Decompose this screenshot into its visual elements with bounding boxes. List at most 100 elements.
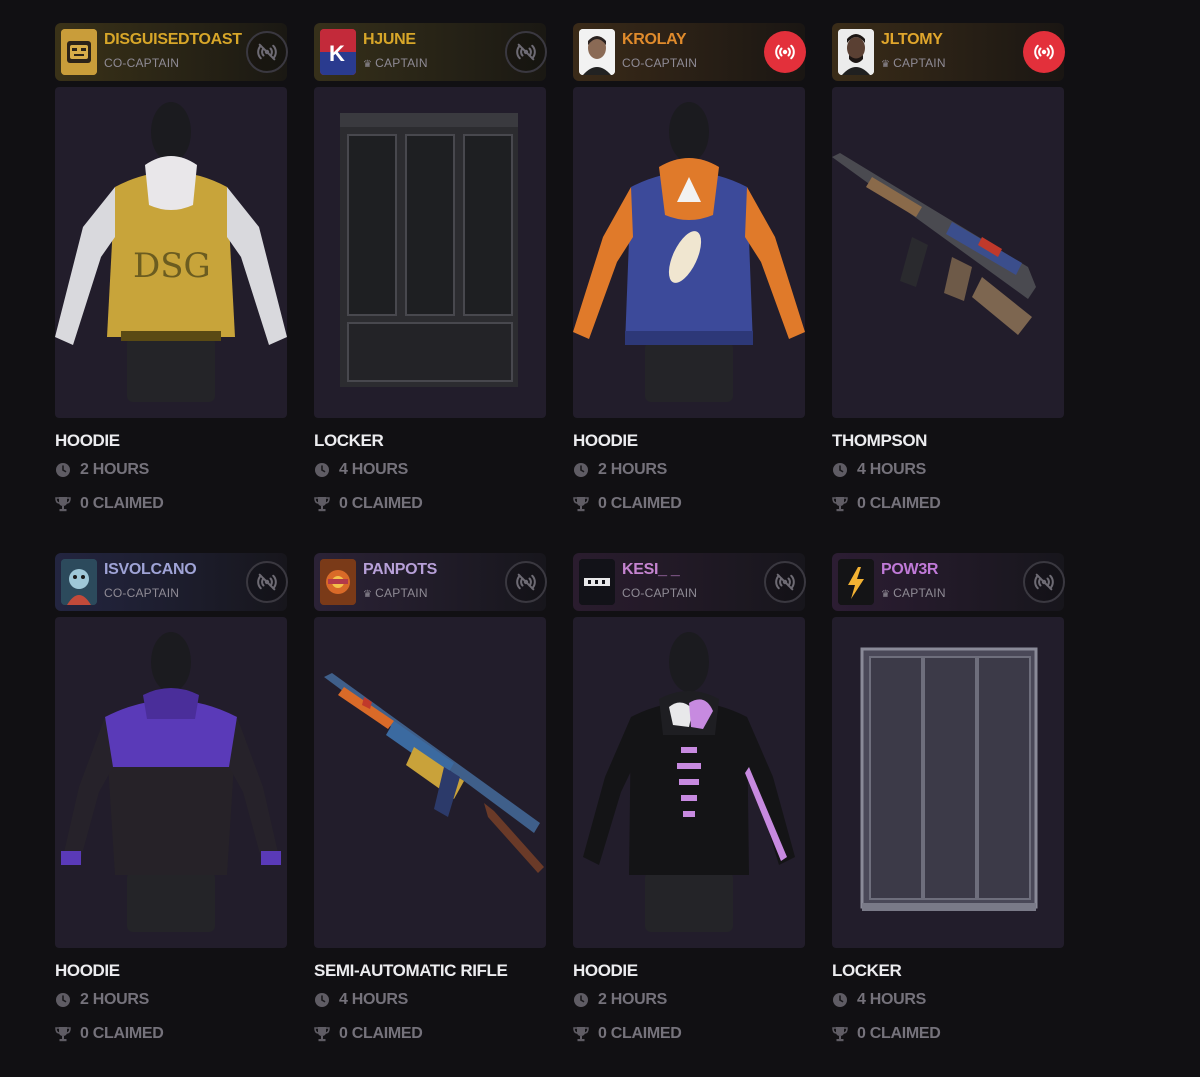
- broadcast-off-icon[interactable]: [505, 561, 547, 603]
- kesi-logo-icon: [579, 559, 615, 605]
- broadcast-off-icon[interactable]: [246, 31, 288, 73]
- streamer-role: CO-CAPTAIN: [622, 586, 697, 600]
- claimed-count: 0 CLAIMED: [832, 495, 941, 513]
- broadcast-icon[interactable]: [764, 31, 806, 73]
- streamer-header[interactable]: KROLAY CO-CAPTAIN: [573, 23, 806, 81]
- drop-card[interactable]: DISGUISEDTOAST CO-CAPTAIN DSG HOODIE 2 H…: [55, 23, 288, 523]
- crown-icon: ♛: [881, 589, 891, 600]
- role-label: CO-CAPTAIN: [622, 586, 698, 600]
- broadcast-off-icon[interactable]: [246, 561, 288, 603]
- streamer-name[interactable]: ISVOLCANO: [104, 561, 197, 579]
- claimed-count: 0 CLAIMED: [573, 495, 682, 513]
- clock-icon: [832, 992, 848, 1008]
- streamer-name[interactable]: POW3R: [881, 561, 938, 579]
- drop-duration: 2 HOURS: [55, 461, 149, 479]
- claimed-label: 0 CLAIMED: [857, 1025, 941, 1042]
- claimed-label: 0 CLAIMED: [598, 495, 682, 512]
- hours-label: 2 HOURS: [598, 461, 668, 478]
- streamer-role: ♛ CAPTAIN: [881, 56, 946, 70]
- streamer-header[interactable]: K HJUNE ♛ CAPTAIN: [314, 23, 547, 81]
- streamer-name[interactable]: JLTOMY: [881, 31, 943, 49]
- item-preview[interactable]: DSG: [55, 87, 287, 418]
- hours-label: 4 HOURS: [857, 991, 927, 1008]
- claimed-count: 0 CLAIMED: [55, 495, 164, 513]
- streamer-role: ♛ CAPTAIN: [363, 56, 428, 70]
- streamer-header[interactable]: PANPOTS ♛ CAPTAIN: [314, 553, 547, 611]
- role-label: CO-CAPTAIN: [622, 56, 698, 70]
- item-preview[interactable]: [314, 87, 546, 418]
- streamer-header[interactable]: KESI_ _ CO-CAPTAIN: [573, 553, 806, 611]
- item-name: HOODIE: [573, 431, 638, 450]
- streamer-header[interactable]: JLTOMY ♛ CAPTAIN: [832, 23, 1065, 81]
- character-art-icon: [61, 559, 97, 605]
- streamer-name[interactable]: KROLAY: [622, 31, 687, 49]
- item-name: HOODIE: [55, 961, 120, 980]
- item-name: HOODIE: [55, 431, 120, 450]
- drop-card[interactable]: K HJUNE ♛ CAPTAIN LOCKER 4 HOURS 0 CLAIME…: [314, 23, 547, 523]
- item-name: HOODIE: [573, 961, 638, 980]
- streamer-name[interactable]: KESI_ _: [622, 561, 680, 579]
- claimed-count: 0 CLAIMED: [832, 1025, 941, 1043]
- streamer-role: CO-CAPTAIN: [104, 56, 179, 70]
- clock-icon: [314, 462, 330, 478]
- clock-icon: [573, 462, 589, 478]
- item-preview[interactable]: [573, 617, 805, 948]
- clock-icon: [573, 992, 589, 1008]
- svg-text:DSG: DSG: [133, 246, 211, 286]
- streamer-name[interactable]: PANPOTS: [363, 561, 437, 579]
- drop-duration: 2 HOURS: [573, 991, 667, 1009]
- streamer-header[interactable]: ISVOLCANO CO-CAPTAIN: [55, 553, 288, 611]
- streamer-role: CO-CAPTAIN: [622, 56, 697, 70]
- streamer-name[interactable]: DISGUISEDTOAST: [104, 31, 242, 49]
- hours-label: 4 HOURS: [857, 461, 927, 478]
- broadcast-off-icon[interactable]: [764, 561, 806, 603]
- drop-card[interactable]: KROLAY CO-CAPTAIN HOODIE 2 HOURS 0 CLAIM…: [573, 23, 806, 523]
- claimed-label: 0 CLAIMED: [857, 495, 941, 512]
- drop-duration: 4 HOURS: [832, 461, 926, 479]
- streamer-name[interactable]: HJUNE: [363, 31, 416, 49]
- clock-icon: [832, 462, 848, 478]
- item-name: LOCKER: [832, 961, 902, 980]
- item-preview[interactable]: [55, 617, 287, 948]
- drop-card[interactable]: PANPOTS ♛ CAPTAIN SEMI-AUTOMATIC RIFLE 4 …: [314, 553, 547, 1053]
- streamer-header[interactable]: POW3R ♛ CAPTAIN: [832, 553, 1065, 611]
- role-label: CO-CAPTAIN: [104, 586, 180, 600]
- trophy-icon: [314, 1026, 330, 1042]
- item-name: THOMPSON: [832, 431, 928, 450]
- drop-card[interactable]: POW3R ♛ CAPTAIN LOCKER 4 HOURS 0 CLAIMED: [832, 553, 1065, 1053]
- item-name: LOCKER: [314, 431, 384, 450]
- item-preview[interactable]: [832, 617, 1064, 948]
- drop-card[interactable]: ISVOLCANO CO-CAPTAIN HOODIE 2 HOURS 0 CL…: [55, 553, 288, 1053]
- svg-text:K: K: [329, 41, 345, 66]
- item-preview[interactable]: [573, 87, 805, 418]
- streamer-header[interactable]: DISGUISEDTOAST CO-CAPTAIN: [55, 23, 288, 81]
- broadcast-off-icon[interactable]: [1023, 561, 1065, 603]
- broadcast-icon[interactable]: [1023, 31, 1065, 73]
- role-label: CAPTAIN: [375, 586, 428, 600]
- claimed-label: 0 CLAIMED: [339, 495, 423, 512]
- item-name: SEMI-AUTOMATIC RIFLE: [314, 961, 508, 980]
- role-label: CO-CAPTAIN: [104, 56, 180, 70]
- claimed-count: 0 CLAIMED: [314, 1025, 423, 1043]
- trophy-icon: [573, 1026, 589, 1042]
- clock-icon: [55, 462, 71, 478]
- trophy-icon: [573, 496, 589, 512]
- item-preview[interactable]: [832, 87, 1064, 418]
- drop-duration: 4 HOURS: [832, 991, 926, 1009]
- drop-card[interactable]: KESI_ _ CO-CAPTAIN HOODIE 2 HOURS 0 CLAI…: [573, 553, 806, 1053]
- lightning-logo-icon: [838, 559, 874, 605]
- hours-label: 2 HOURS: [80, 461, 150, 478]
- hours-label: 4 HOURS: [339, 991, 409, 1008]
- crown-icon: ♛: [363, 589, 373, 600]
- claimed-count: 0 CLAIMED: [573, 1025, 682, 1043]
- claimed-label: 0 CLAIMED: [339, 1025, 423, 1042]
- drop-duration: 4 HOURS: [314, 461, 408, 479]
- drop-card[interactable]: JLTOMY ♛ CAPTAIN THOMPSON 4 HOURS 0 CLAIM…: [832, 23, 1065, 523]
- role-label: CAPTAIN: [893, 56, 946, 70]
- k-logo-icon: K: [320, 29, 356, 75]
- claimed-count: 0 CLAIMED: [314, 495, 423, 513]
- trophy-icon: [314, 496, 330, 512]
- role-label: CAPTAIN: [375, 56, 428, 70]
- broadcast-off-icon[interactable]: [505, 31, 547, 73]
- item-preview[interactable]: [314, 617, 546, 948]
